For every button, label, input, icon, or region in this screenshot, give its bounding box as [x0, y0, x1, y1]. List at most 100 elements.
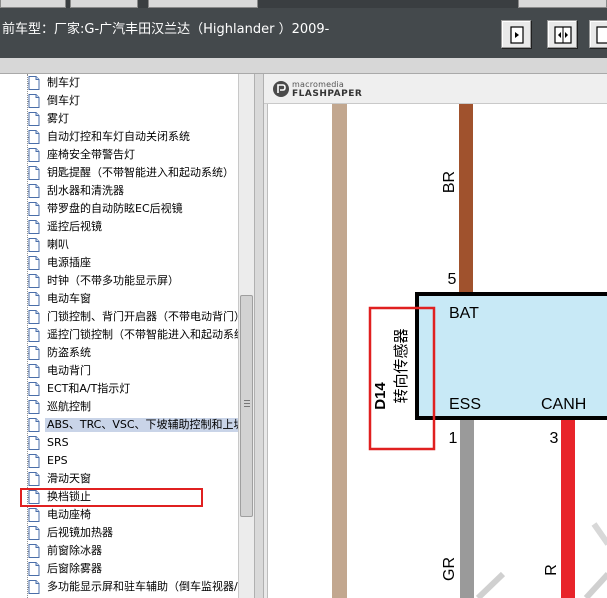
scroll-grip-line: [244, 400, 250, 401]
next-view-button[interactable]: [589, 20, 607, 48]
strip-tab-2[interactable]: [70, 0, 138, 8]
tree-item-label: 遥控后视镜: [47, 220, 102, 233]
tree-item[interactable]: 自动灯控和车灯自动关闭系统: [0, 128, 238, 146]
tree-item[interactable]: 滑动天窗: [0, 470, 238, 488]
document-icon: [28, 472, 40, 486]
document-icon: [28, 166, 40, 180]
tree-item[interactable]: 后窗除雾器: [0, 560, 238, 578]
top-banner: 前车型：厂家:G-广汽丰田汉兰达（Highlander ）2009-: [0, 0, 607, 58]
tree-item[interactable]: 电动背门: [0, 362, 238, 380]
document-icon: [28, 400, 40, 414]
panel-splitter[interactable]: [254, 74, 264, 598]
tree-item[interactable]: ABS、TRC、VSC、下坡辅助控制和上坡: [0, 416, 238, 434]
tree-item[interactable]: 防盗系统: [0, 344, 238, 362]
document-viewer: macromedia FLASHPAPER BR 5 BAT ESS CANH …: [264, 74, 607, 598]
bat-wire-color-label: BR: [441, 171, 458, 193]
tree-item-label: ABS、TRC、VSC、下坡辅助控制和上坡: [45, 418, 238, 432]
tree-item-label: 巡航控制: [47, 400, 91, 413]
canh-wire-color-label: R: [543, 564, 560, 576]
bat-pin-number: 5: [448, 271, 457, 288]
tree-item-label: 座椅安全带警告灯: [47, 148, 135, 161]
tree-item-label: 雾灯: [47, 112, 69, 125]
scroll-grip-line: [244, 403, 250, 404]
pin-label-bat: BAT: [449, 305, 479, 322]
document-icon: [28, 310, 40, 324]
ess-wire: [460, 420, 474, 598]
tree-scrollbar[interactable]: [238, 74, 254, 598]
tree-item[interactable]: 电源插座: [0, 254, 238, 272]
wiring-diagram-page[interactable]: BR 5 BAT ESS CANH D14 转向传感器 1 GR 3 R: [267, 104, 607, 598]
tree-item-label: 喇叭: [47, 238, 69, 251]
strip-tab-4[interactable]: [518, 0, 607, 8]
document-icon: [28, 274, 40, 288]
tree-item-label: EPS: [47, 454, 68, 467]
tree-item-label: 电动座椅: [47, 508, 91, 521]
document-icon: [28, 76, 40, 90]
tree-item[interactable]: 遥控后视镜: [0, 218, 238, 236]
document-icon: [28, 130, 40, 144]
document-icon: [28, 220, 40, 234]
ess-pin-number: 1: [449, 430, 458, 447]
tree-item[interactable]: 倒车灯: [0, 92, 238, 110]
connector-id: D14: [372, 382, 389, 410]
watermark-stroke: [583, 571, 607, 598]
document-icon: [28, 364, 40, 378]
pin-label-ess: ESS: [449, 396, 481, 413]
document-icon: [28, 382, 40, 396]
single-page-icon: [510, 26, 524, 44]
canh-pin-number: 3: [550, 430, 559, 447]
two-page-view-button[interactable]: [547, 20, 577, 48]
tree-item[interactable]: 巡航控制: [0, 398, 238, 416]
tree-item-label: 倒车灯: [47, 94, 80, 107]
document-icon: [28, 580, 40, 594]
document-icon: [28, 454, 40, 468]
scroll-grip-line: [244, 406, 250, 407]
document-icon: [28, 256, 40, 270]
panel-separator: [0, 58, 607, 74]
tree-scrollbar-thumb[interactable]: [240, 295, 253, 517]
document-icon: [28, 328, 40, 342]
tree-item[interactable]: 刮水器和清洗器: [0, 182, 238, 200]
tree-item-label: 后窗除雾器: [47, 562, 102, 575]
tree-item-label: 自动灯控和车灯自动关闭系统: [47, 130, 190, 143]
tree-item[interactable]: 制车灯: [0, 74, 238, 92]
single-page-view-button[interactable]: [501, 20, 531, 48]
strip-tab-1[interactable]: [0, 0, 66, 8]
viewer-header: macromedia FLASHPAPER: [264, 74, 607, 104]
tree-item[interactable]: 后视镜加热器: [0, 524, 238, 542]
tree-item[interactable]: 电动车窗: [0, 290, 238, 308]
tree-item[interactable]: 遥控门锁控制（不带智能进入和起动系统）: [0, 326, 238, 344]
wiring-diagram: BR 5 BAT ESS CANH D14 转向传感器 1 GR 3 R: [332, 104, 607, 598]
tree-item[interactable]: 喇叭: [0, 236, 238, 254]
document-icon: [28, 544, 40, 558]
tree-item-label: 制车灯: [47, 76, 80, 89]
document-icon: [28, 202, 40, 216]
tree-item[interactable]: 前窗除冰器: [0, 542, 238, 560]
tree-item[interactable]: 雾灯: [0, 110, 238, 128]
tree-item[interactable]: 带罗盘的自动防眩EC后视镜: [0, 200, 238, 218]
document-icon: [28, 436, 40, 450]
tree-item[interactable]: 多功能显示屏和驻车辅助（倒车监视器/: [0, 578, 238, 596]
canh-wire: [561, 420, 575, 598]
tree-selection-highlight-box: [20, 488, 203, 507]
tree-item-label: 电动背门: [47, 364, 91, 377]
tree-item-label: ECT和A/T指示灯: [47, 382, 131, 395]
component-name: 转向传感器: [392, 328, 410, 403]
system-tree: 制车灯倒车灯雾灯自动灯控和车灯自动关闭系统 座椅安全带警告灯钥匙提醒（不带智能进入…: [0, 74, 238, 598]
tan-wire: [332, 104, 347, 598]
bat-wire: [459, 104, 473, 294]
strip-tab-3[interactable]: [148, 0, 258, 8]
tree-item[interactable]: 时钟（不带多功能显示屏）: [0, 272, 238, 290]
tree-item[interactable]: EPS: [0, 452, 238, 470]
tree-item[interactable]: SRS: [0, 434, 238, 452]
tree-item[interactable]: 座椅安全带警告灯: [0, 146, 238, 164]
document-icon: [28, 238, 40, 252]
tree-item-label: 门锁控制、背门开启器（不带电动背门）: [47, 310, 238, 323]
tree-item[interactable]: 电动座椅: [0, 506, 238, 524]
brand-bottom-text: FLASHPAPER: [292, 89, 363, 99]
tree-item[interactable]: ECT和A/T指示灯: [0, 380, 238, 398]
top-tab-strip: [0, 0, 607, 8]
flashpaper-logo-icon: [273, 81, 289, 97]
tree-item[interactable]: 钥匙提醒（不带智能进入和起动系统）: [0, 164, 238, 182]
tree-item[interactable]: 门锁控制、背门开启器（不带电动背门）: [0, 308, 238, 326]
